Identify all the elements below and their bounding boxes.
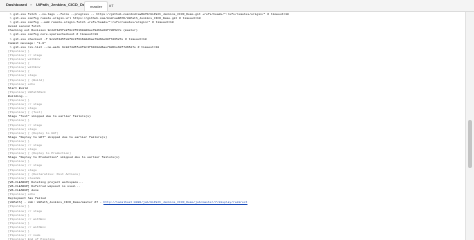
job-url-link[interactable]: http://localhost:8080/job/UiPath_Jenkins… [103,201,247,204]
scrollbar[interactable] [465,12,474,240]
tab-build-7[interactable]: #7 [104,1,118,10]
console-line-text: [UiPath] - Job: UiPath_Jenkins_CICD_Demo… [8,201,104,205]
console-output: > git.exe fetch --no-tags --force --prog… [0,12,466,240]
breadcrumb-job[interactable]: UiPath_Jenkins_CICD_Demo [36,2,91,8]
top-bar: Dashboard » UiPath_Jenkins_CICD_Demo mas… [0,0,474,12]
breadcrumb-dashboard[interactable]: Dashboard [6,2,27,8]
breadcrumb-separator: » [30,2,33,7]
scrollbar-thumb[interactable] [468,120,472,168]
